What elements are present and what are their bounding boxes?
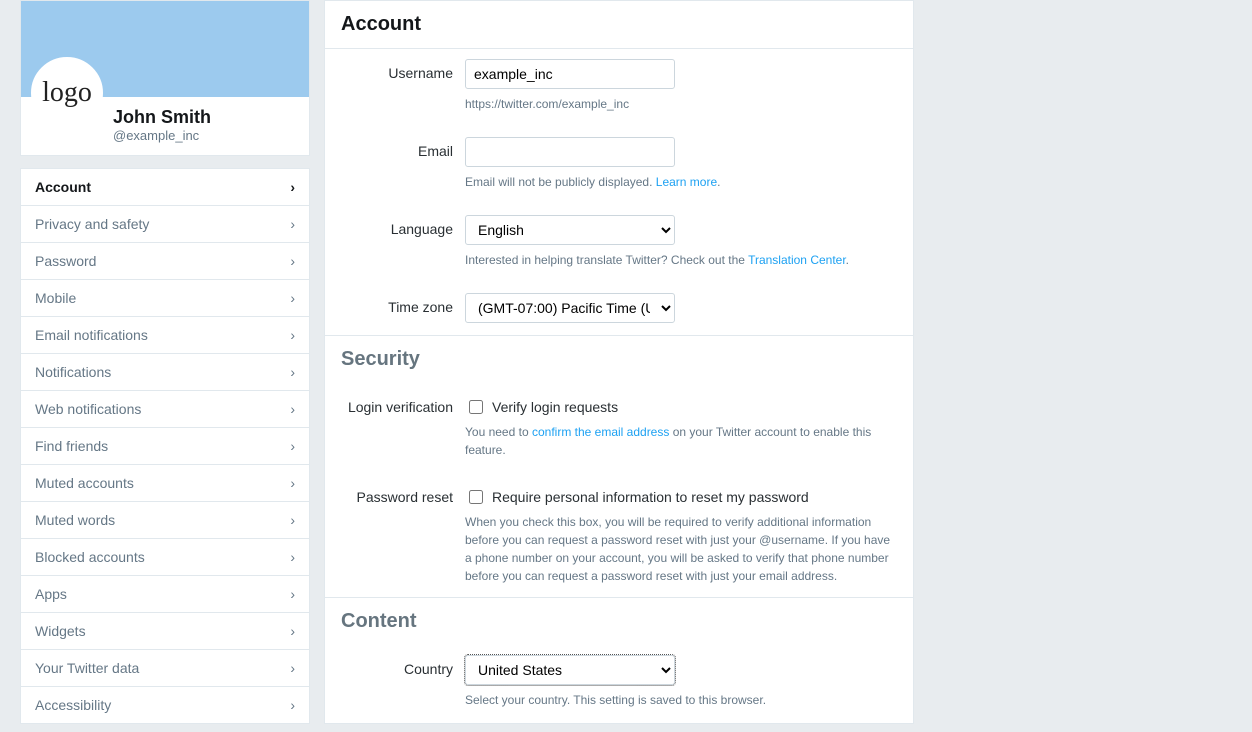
country-label: Country bbox=[341, 655, 465, 709]
country-help: Select your country. This setting is sav… bbox=[465, 691, 897, 709]
account-heading: Account bbox=[325, 1, 913, 49]
nav-item-widgets[interactable]: Widgets › bbox=[21, 613, 309, 650]
email-help-text: Email will not be publicly displayed. bbox=[465, 175, 656, 189]
chevron-right-icon: › bbox=[290, 512, 295, 528]
nav-item-mobile[interactable]: Mobile › bbox=[21, 280, 309, 317]
nav-item-muted-words[interactable]: Muted words › bbox=[21, 502, 309, 539]
login-verification-label: Login verification bbox=[341, 393, 465, 459]
profile-banner: logo bbox=[21, 1, 309, 97]
chevron-right-icon: › bbox=[290, 401, 295, 417]
nav-item-apps[interactable]: Apps › bbox=[21, 576, 309, 613]
avatar[interactable]: logo bbox=[31, 57, 103, 129]
username-url: https://twitter.com/example_inc bbox=[465, 95, 897, 113]
chevron-right-icon: › bbox=[290, 290, 295, 306]
confirm-email-link[interactable]: confirm the email address bbox=[532, 425, 669, 439]
email-learn-more-link[interactable]: Learn more bbox=[656, 175, 717, 189]
nav-item-privacy-and-safety[interactable]: Privacy and safety › bbox=[21, 206, 309, 243]
chevron-right-icon: › bbox=[290, 179, 295, 195]
security-heading: Security bbox=[325, 335, 913, 383]
password-reset-help: When you check this box, you will be req… bbox=[465, 513, 897, 585]
username-input[interactable] bbox=[465, 59, 675, 89]
language-help-period: . bbox=[846, 253, 849, 267]
nav-item-label: Privacy and safety bbox=[35, 216, 149, 232]
content-heading: Content bbox=[325, 597, 913, 645]
verify-login-checkbox[interactable] bbox=[469, 400, 483, 414]
nav-item-label: Blocked accounts bbox=[35, 549, 145, 565]
nav-item-label: Notifications bbox=[35, 364, 111, 380]
nav-item-your-twitter-data[interactable]: Your Twitter data › bbox=[21, 650, 309, 687]
nav-item-label: Email notifications bbox=[35, 327, 148, 343]
email-help-period: . bbox=[717, 175, 720, 189]
login-verification-help: You need to confirm the email address on… bbox=[465, 423, 897, 459]
chevron-right-icon: › bbox=[290, 697, 295, 713]
main-panel: Account Username https://twitter.com/exa… bbox=[324, 0, 914, 724]
nav-item-blocked-accounts[interactable]: Blocked accounts › bbox=[21, 539, 309, 576]
nav-item-muted-accounts[interactable]: Muted accounts › bbox=[21, 465, 309, 502]
password-reset-cb-label: Require personal information to reset my… bbox=[492, 489, 809, 505]
email-label: Email bbox=[341, 137, 465, 191]
chevron-right-icon: › bbox=[290, 660, 295, 676]
chevron-right-icon: › bbox=[290, 549, 295, 565]
chevron-right-icon: › bbox=[290, 475, 295, 491]
nav-item-label: Password bbox=[35, 253, 96, 269]
profile-handle[interactable]: @example_inc bbox=[113, 128, 297, 143]
chevron-right-icon: › bbox=[290, 216, 295, 232]
nav-item-find-friends[interactable]: Find friends › bbox=[21, 428, 309, 465]
chevron-right-icon: › bbox=[290, 327, 295, 343]
language-select[interactable]: English bbox=[465, 215, 675, 245]
email-input[interactable] bbox=[465, 137, 675, 167]
avatar-logo-text: logo bbox=[42, 77, 92, 109]
profile-name[interactable]: John Smith bbox=[113, 107, 297, 128]
verify-login-cb-label: Verify login requests bbox=[492, 399, 618, 415]
nav-item-label: Account bbox=[35, 179, 91, 195]
translation-center-link[interactable]: Translation Center bbox=[748, 253, 846, 267]
nav-item-label: Muted words bbox=[35, 512, 115, 528]
login-help-pre: You need to bbox=[465, 425, 532, 439]
nav-item-label: Apps bbox=[35, 586, 67, 602]
nav-item-label: Find friends bbox=[35, 438, 108, 454]
nav-item-label: Mobile bbox=[35, 290, 76, 306]
nav-item-label: Accessibility bbox=[35, 697, 111, 713]
chevron-right-icon: › bbox=[290, 438, 295, 454]
nav-item-email-notifications[interactable]: Email notifications › bbox=[21, 317, 309, 354]
language-label: Language bbox=[341, 215, 465, 269]
nav-item-label: Muted accounts bbox=[35, 475, 134, 491]
profile-card: logo John Smith @example_inc bbox=[20, 0, 310, 156]
settings-nav: Account›Privacy and safety›Password›Mobi… bbox=[20, 168, 310, 724]
email-help: Email will not be publicly displayed. Le… bbox=[465, 173, 897, 191]
nav-item-accessibility[interactable]: Accessibility › bbox=[21, 687, 309, 723]
nav-item-account[interactable]: Account › bbox=[21, 169, 309, 206]
password-reset-checkbox[interactable] bbox=[469, 490, 483, 504]
timezone-select[interactable]: (GMT-07:00) Pacific Time (US & Canada) bbox=[465, 293, 675, 323]
country-select[interactable]: United States bbox=[465, 655, 675, 685]
nav-item-label: Your Twitter data bbox=[35, 660, 139, 676]
language-help-text: Interested in helping translate Twitter?… bbox=[465, 253, 748, 267]
chevron-right-icon: › bbox=[290, 253, 295, 269]
nav-item-password[interactable]: Password › bbox=[21, 243, 309, 280]
timezone-label: Time zone bbox=[341, 293, 465, 323]
nav-item-label: Widgets bbox=[35, 623, 86, 639]
password-reset-label: Password reset bbox=[341, 483, 465, 585]
chevron-right-icon: › bbox=[290, 364, 295, 380]
chevron-right-icon: › bbox=[290, 586, 295, 602]
username-label: Username bbox=[341, 59, 465, 113]
nav-item-web-notifications[interactable]: Web notifications › bbox=[21, 391, 309, 428]
language-help: Interested in helping translate Twitter?… bbox=[465, 251, 897, 269]
nav-item-label: Web notifications bbox=[35, 401, 141, 417]
nav-item-notifications[interactable]: Notifications › bbox=[21, 354, 309, 391]
chevron-right-icon: › bbox=[290, 623, 295, 639]
